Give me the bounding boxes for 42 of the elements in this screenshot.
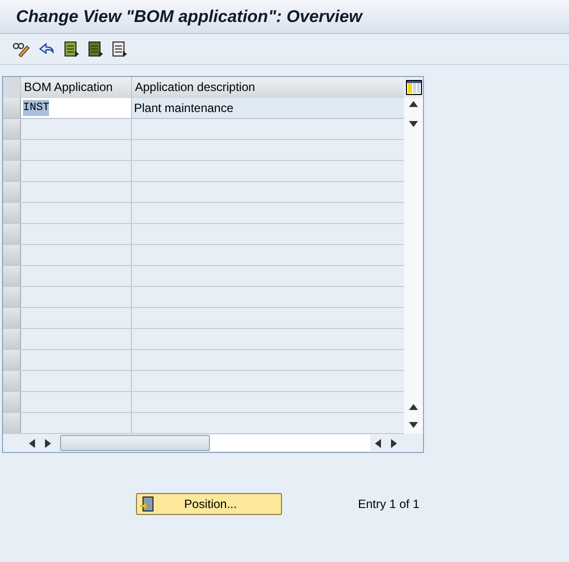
row-selector[interactable] (3, 182, 21, 202)
table-cell[interactable]: INST (23, 100, 50, 116)
document-arrow-icon[interactable] (64, 41, 80, 57)
row-selector[interactable] (3, 413, 21, 433)
window-title: Change View "BOM application": Overview (16, 6, 362, 28)
row-selector[interactable] (3, 245, 21, 265)
entry-count: Entry 1 of 1 (358, 496, 420, 513)
row-selector[interactable] (3, 161, 21, 181)
row-selector[interactable] (3, 350, 21, 370)
row-selector[interactable] (3, 308, 21, 328)
scroll-down-icon[interactable] (409, 422, 418, 428)
scroll-left-icon[interactable] (375, 438, 381, 448)
row-selector[interactable] (3, 287, 21, 307)
horizontal-scrollbar[interactable] (60, 435, 370, 451)
document-arrow-icon[interactable] (112, 41, 128, 57)
scroll-up-icon[interactable] (409, 101, 418, 107)
pencil-glasses-icon[interactable] (12, 41, 30, 57)
document-arrow-icon[interactable] (88, 41, 104, 57)
scroll-left-icon[interactable] (29, 438, 35, 448)
scroll-right-icon[interactable] (391, 438, 397, 448)
row-selector[interactable] (3, 224, 21, 244)
row-selector[interactable] (3, 203, 21, 223)
scroll-right-icon[interactable] (45, 438, 51, 448)
scroll-down-icon[interactable] (409, 121, 418, 127)
row-selector[interactable] (3, 140, 21, 160)
select-all-cell[interactable] (3, 77, 21, 98)
scroll-thumb[interactable] (60, 435, 210, 451)
undo-icon[interactable] (38, 41, 56, 57)
row-selector[interactable] (3, 266, 21, 286)
vertical-scrollbar[interactable] (404, 98, 423, 434)
table-cell-text: Plant maintenance (133, 100, 234, 117)
row-selector[interactable] (3, 392, 21, 412)
column-settings-icon[interactable] (406, 80, 422, 95)
row-selector[interactable] (3, 329, 21, 349)
row-selector[interactable] (3, 371, 21, 391)
row-selector[interactable] (3, 98, 21, 118)
column-header[interactable]: Application description (132, 77, 404, 98)
position-button[interactable]: Position... (136, 493, 282, 515)
row-selector[interactable] (3, 119, 21, 139)
position-icon (139, 496, 154, 512)
column-header[interactable]: BOM Application (21, 77, 132, 98)
scroll-up-icon[interactable] (409, 404, 418, 410)
